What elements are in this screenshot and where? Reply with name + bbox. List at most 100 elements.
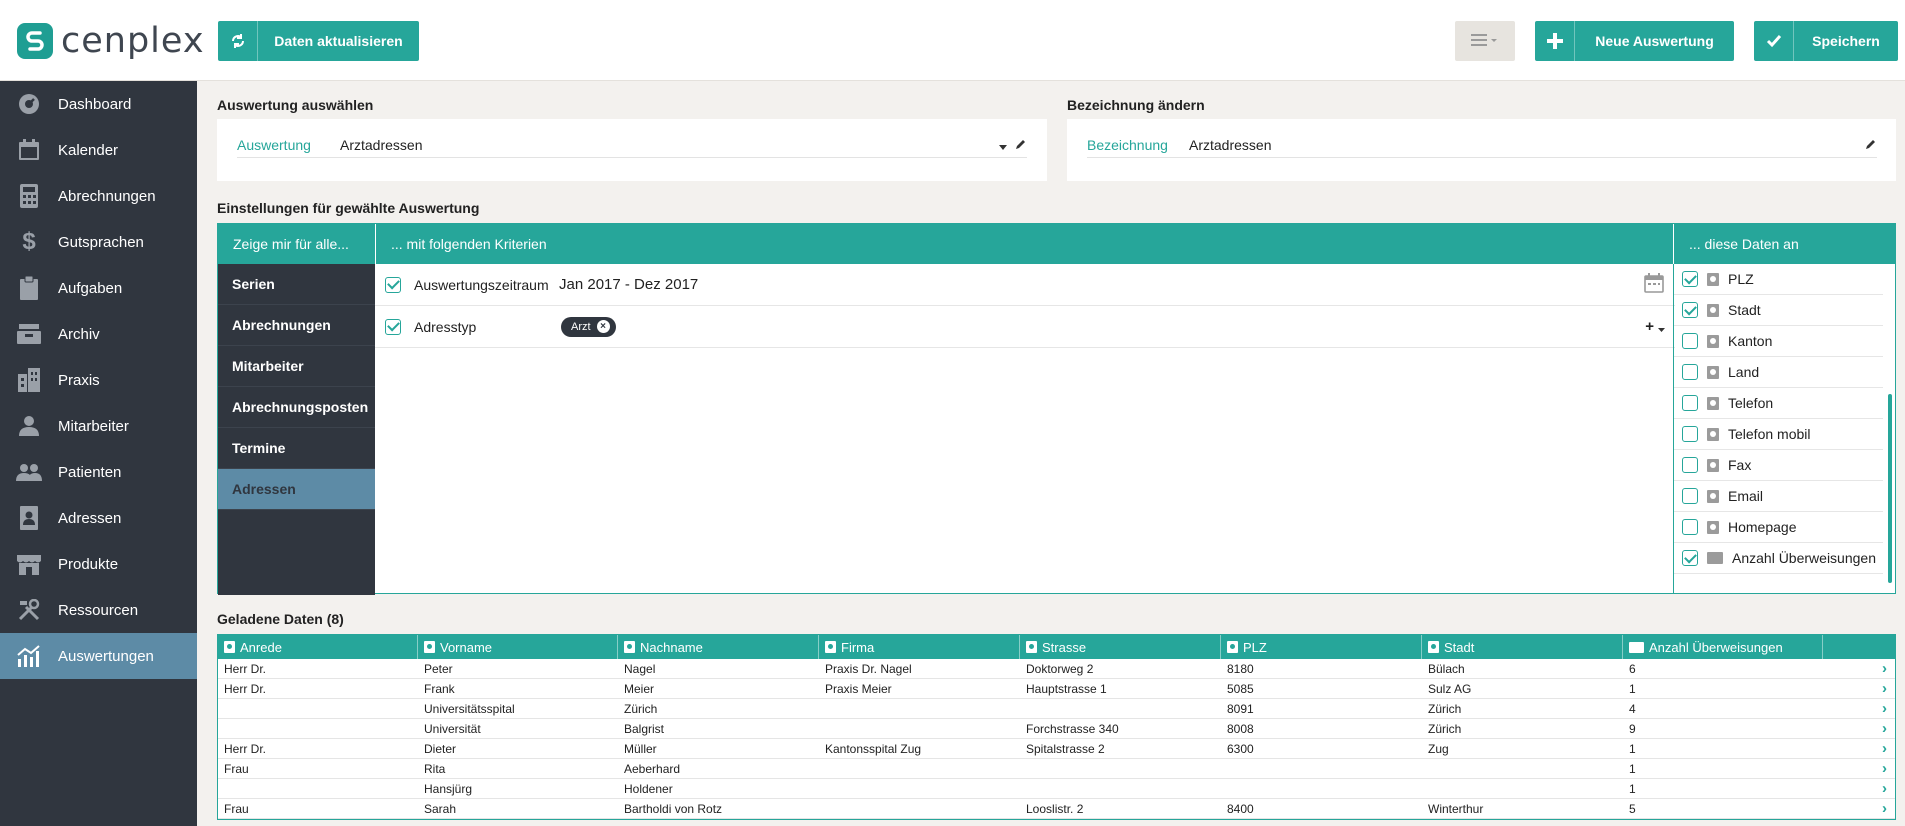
sidebar-item-dashboard[interactable]: Dashboard: [0, 81, 197, 127]
calendar-icon[interactable]: [1644, 273, 1664, 296]
data-field-row[interactable]: Stadt: [1674, 295, 1883, 326]
field-checkbox[interactable]: [1682, 271, 1698, 287]
table-row[interactable]: Frau Rita Aeberhard 1 ›: [218, 759, 1895, 779]
data-field-row[interactable]: Fax: [1674, 450, 1883, 481]
refresh-data-button[interactable]: Daten aktualisieren: [218, 21, 419, 61]
column-header[interactable]: PLZ: [1221, 635, 1422, 659]
caret-down-icon[interactable]: [1658, 319, 1665, 335]
sidebar-item-label: Patienten: [58, 463, 122, 481]
field-checkbox[interactable]: [1682, 488, 1698, 504]
field-checkbox[interactable]: [1682, 550, 1698, 566]
sidebar-item-ressourcen[interactable]: Ressourcen: [0, 587, 197, 633]
row-open-chevron-icon[interactable]: ›: [1823, 720, 1895, 737]
table-cell: Looslistr. 2: [1026, 801, 1084, 816]
new-evaluation-button[interactable]: Neue Auswertung: [1535, 21, 1734, 61]
save-button[interactable]: Speichern: [1754, 21, 1898, 61]
evaluation-select[interactable]: Auswertung Arztadressen: [237, 132, 1027, 158]
table-row[interactable]: Herr Dr. Peter Nagel Praxis Dr. Nagel Doktor…: [218, 659, 1895, 679]
table-header-row: Anrede Vorname Nachname Firma Strasse PL…: [218, 635, 1895, 659]
row-open-chevron-icon[interactable]: ›: [1823, 700, 1895, 717]
sidebar-item-adressen[interactable]: Adressen: [0, 495, 197, 541]
table-row[interactable]: Frau Sarah Bartholdi von Rotz Looslistr. 2 8…: [218, 799, 1895, 819]
data-field-row[interactable]: Kanton: [1674, 326, 1883, 357]
column-header-label: Anzahl Überweisungen: [1649, 639, 1783, 655]
sidebar-item-kalender[interactable]: Kalender: [0, 127, 197, 173]
category-termine[interactable]: Termine: [218, 428, 375, 469]
sidebar-item-archiv[interactable]: Archiv: [0, 311, 197, 357]
column-header[interactable]: Stadt: [1422, 635, 1623, 659]
scrollbar-thumb[interactable]: [1888, 394, 1892, 583]
criterion-checkbox[interactable]: [385, 276, 401, 293]
menu-dropdown-button[interactable]: [1455, 21, 1515, 61]
rename-field-label: Bezeichnung: [1087, 136, 1168, 153]
tools-icon: [0, 599, 58, 621]
sidebar-item-auswertungen[interactable]: Auswertungen: [0, 633, 197, 679]
sidebar-item-mitarbeiter[interactable]: Mitarbeiter: [0, 403, 197, 449]
date-range-value[interactable]: Jan 2017 - Dez 2017: [559, 276, 1644, 293]
data-field-row[interactable]: PLZ: [1674, 264, 1883, 295]
remove-chip-icon[interactable]: ×: [596, 320, 610, 333]
data-field-row[interactable]: Anzahl Überweisungen: [1674, 543, 1883, 574]
category-mitarbeiter[interactable]: Mitarbeiter: [218, 346, 375, 387]
settings-section-title: Einstellungen für gewählte Auswertung: [217, 200, 480, 216]
sidebar-item-gutsprachen[interactable]: $ Gutsprachen: [0, 219, 197, 265]
column-header[interactable]: Nachname: [618, 635, 819, 659]
plus-icon: [1535, 21, 1575, 61]
pencil-icon[interactable]: [1865, 137, 1877, 153]
data-field-row[interactable]: Telefon: [1674, 388, 1883, 419]
row-open-chevron-icon[interactable]: ›: [1823, 780, 1895, 797]
row-open-chevron-icon[interactable]: ›: [1823, 760, 1895, 777]
scrollbar[interactable]: [1885, 264, 1895, 593]
sidebar-item-label: Produkte: [58, 555, 119, 573]
pencil-icon[interactable]: [1015, 137, 1027, 153]
column-header[interactable]: Anzahl Überweisungen: [1623, 635, 1823, 659]
table-row[interactable]: Universität Balgrist Forchstrasse 340 8008 Z…: [218, 719, 1895, 739]
field-checkbox[interactable]: [1682, 333, 1698, 349]
field-checkbox[interactable]: [1682, 395, 1698, 411]
data-field-row[interactable]: Homepage: [1674, 512, 1883, 543]
rename-field[interactable]: Bezeichnung Arztadressen: [1087, 132, 1877, 158]
table-cell: Praxis Dr. Nagel: [825, 661, 912, 676]
table-cell: 6: [1629, 661, 1636, 676]
column-header[interactable]: Strasse: [1020, 635, 1221, 659]
sidebar-item-praxis[interactable]: Praxis: [0, 357, 197, 403]
row-open-chevron-icon[interactable]: ›: [1823, 740, 1895, 757]
field-checkbox[interactable]: [1682, 364, 1698, 380]
field-checkbox[interactable]: [1682, 426, 1698, 442]
row-open-chevron-icon[interactable]: ›: [1823, 660, 1895, 677]
field-checkbox[interactable]: [1682, 519, 1698, 535]
data-field-row[interactable]: Land: [1674, 357, 1883, 388]
sidebar-item-aufgaben[interactable]: Aufgaben: [0, 265, 197, 311]
folder-icon: [1707, 552, 1723, 564]
criterion-checkbox[interactable]: [385, 318, 401, 335]
column-header[interactable]: Anrede: [218, 635, 418, 659]
sidebar-item-produkte[interactable]: Produkte: [0, 541, 197, 587]
table-row[interactable]: Herr Dr. Frank Meier Praxis Meier Hauptstras…: [218, 679, 1895, 699]
table-row[interactable]: Herr Dr. Dieter Müller Kantonsspital Zug Spi…: [218, 739, 1895, 759]
column-header[interactable]: Firma: [819, 635, 1020, 659]
dashboard-icon: [0, 92, 58, 116]
row-open-chevron-icon[interactable]: ›: [1823, 800, 1895, 817]
sidebar-item-label: Kalender: [58, 141, 119, 159]
sidebar-item-patienten[interactable]: Patienten: [0, 449, 197, 495]
table-row[interactable]: Hansjürg Holdener 1 ›: [218, 779, 1895, 799]
data-field-row[interactable]: Telefon mobil: [1674, 419, 1883, 450]
category-abrechnungen[interactable]: Abrechnungen: [218, 305, 375, 346]
table-row[interactable]: Universitätsspital Zürich 8091 Zürich 4 ›: [218, 699, 1895, 719]
column-header[interactable]: Vorname: [418, 635, 618, 659]
category-serien[interactable]: Serien: [218, 264, 375, 305]
field-checkbox[interactable]: [1682, 302, 1698, 318]
row-open-chevron-icon[interactable]: ›: [1823, 680, 1895, 697]
table-cell: Zug: [1428, 741, 1449, 756]
table-cell: 5: [1629, 801, 1636, 816]
category-abrechnungsposten[interactable]: Abrechnungsposten: [218, 387, 375, 428]
field-checkbox[interactable]: [1682, 457, 1698, 473]
add-value-icon[interactable]: +: [1645, 318, 1654, 335]
column-header-label: Stadt: [1444, 639, 1475, 655]
table-body: Herr Dr. Peter Nagel Praxis Dr. Nagel Doktor…: [218, 659, 1895, 819]
sidebar-item-abrechnungen[interactable]: Abrechnungen: [0, 173, 197, 219]
data-field-row[interactable]: Email: [1674, 481, 1883, 512]
caret-down-icon[interactable]: [999, 137, 1007, 153]
category-adressen[interactable]: Adressen: [218, 469, 375, 510]
data-field-label: Email: [1728, 488, 1764, 504]
